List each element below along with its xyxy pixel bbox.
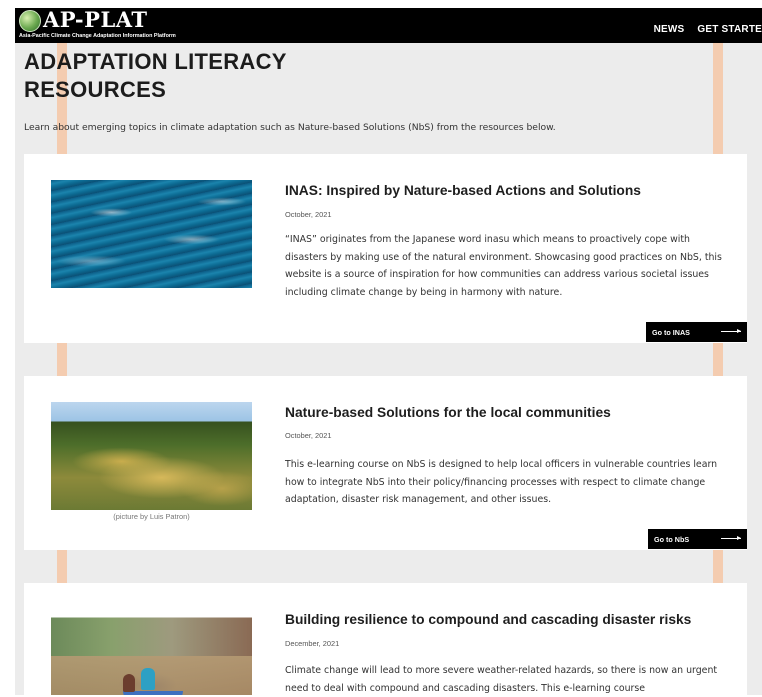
image-caption: (picture by Luis Patron) — [113, 512, 190, 521]
ocean-waves-image — [51, 180, 252, 288]
go-to-nbs-button[interactable]: Go to NbS — [648, 529, 747, 549]
globe-logo-icon — [19, 10, 41, 32]
logo-subtitle: Asia-Pacific Climate Change Adaptation I… — [19, 33, 176, 39]
page-viewport: AP-PLAT Asia-Pacific Climate Change Adap… — [15, 8, 762, 695]
person-shape — [141, 668, 156, 691]
nav-item-get-started[interactable]: GET STARTE — [697, 24, 762, 35]
card-description: This e-learning course on NbS is designe… — [285, 459, 718, 505]
person-shape — [123, 674, 136, 693]
button-label: Go to INAS — [652, 328, 690, 337]
arrow-right-icon — [721, 329, 741, 333]
site-header: AP-PLAT Asia-Pacific Climate Change Adap… — [15, 8, 762, 43]
card-description: “INAS” originates from the Japanese word… — [285, 234, 722, 298]
main-nav: NEWS GET STARTE — [644, 24, 762, 35]
card-date: December, 2021 — [285, 639, 340, 648]
resource-card-nbs: (picture by Luis Patron) Nature-based So… — [24, 376, 747, 550]
resource-card-disaster-risks: Building resilience to compound and casc… — [24, 583, 747, 695]
go-to-inas-button[interactable]: Go to INAS — [646, 322, 747, 342]
page-intro: Learn about emerging topics in climate a… — [24, 122, 556, 133]
card-title[interactable]: Nature-based Solutions for the local com… — [285, 405, 611, 420]
arrow-right-icon — [721, 536, 741, 540]
card-title[interactable]: Building resilience to compound and casc… — [285, 612, 691, 627]
nav-item-news[interactable]: NEWS — [654, 24, 685, 35]
card-description: Climate change will lead to more severe … — [285, 665, 718, 694]
flood-boat-image — [51, 609, 252, 695]
card-date: October, 2021 — [285, 210, 332, 219]
card-date: October, 2021 — [285, 431, 332, 440]
rice-terraces-image — [51, 402, 252, 510]
card-title[interactable]: INAS: Inspired by Nature-based Actions a… — [285, 183, 641, 198]
logo-text: AP-PLAT — [43, 8, 148, 32]
resource-card-inas: INAS: Inspired by Nature-based Actions a… — [24, 154, 747, 343]
button-label: Go to NbS — [654, 535, 690, 544]
page-title: ADAPTATION LITERACY RESOURCES — [24, 49, 287, 102]
page-frame: AP-PLAT Asia-Pacific Climate Change Adap… — [0, 0, 762, 697]
